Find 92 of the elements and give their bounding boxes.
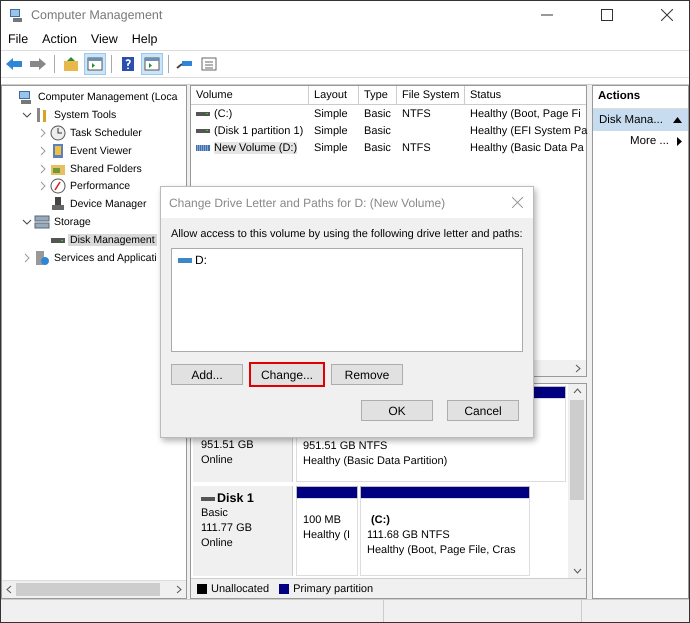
- clock-icon: [50, 124, 66, 141]
- chevron-right-icon[interactable]: [38, 164, 48, 174]
- partition-info: Healthy (Boot, Page File, Cras: [367, 543, 517, 558]
- partition-info: Healthy (I: [303, 528, 351, 543]
- table-cell: Simple: [314, 142, 348, 154]
- chevron-right-icon[interactable]: [38, 181, 48, 192]
- table-cell: (Disk 1 partition 1): [214, 124, 304, 136]
- chevron-down-icon[interactable]: [22, 110, 32, 120]
- chevron-right-icon[interactable]: [38, 128, 48, 138]
- drive-icon: [201, 496, 215, 502]
- disk-info: 111.77 GB: [201, 521, 253, 536]
- dialog-button[interactable]: Change...: [249, 362, 325, 387]
- menu-item[interactable]: View: [90, 32, 118, 46]
- scroll-down-icon[interactable]: [572, 568, 582, 574]
- table-cell: Basic: [364, 108, 391, 120]
- table-cell: Healthy (Boot, Page Fi: [470, 108, 581, 120]
- table-cell: NTFS: [402, 142, 431, 154]
- partition-header-bar: [297, 487, 357, 499]
- disk-info: 951.51 GB: [201, 438, 255, 453]
- action-link[interactable]: More ...: [630, 135, 669, 147]
- device-icon: [50, 196, 66, 212]
- tree-item[interactable]: Computer Management (Loca: [36, 90, 180, 103]
- table-cell: NTFS: [402, 108, 431, 120]
- legend-label: Primary partition: [293, 582, 374, 594]
- chevron-down-icon[interactable]: [22, 217, 32, 228]
- console-tree-icon[interactable]: [84, 53, 106, 75]
- dialog-title: Change Drive Letter and Paths for D: (New Volume): [169, 196, 446, 210]
- column-header[interactable]: Status: [465, 86, 586, 104]
- partition-block[interactable]: 100 MB Healthy (I: [296, 486, 358, 576]
- actions-section[interactable]: Disk Mana...: [593, 109, 688, 131]
- tree-item[interactable]: System Tools: [52, 108, 118, 121]
- scroll-left-icon[interactable]: [6, 585, 12, 594]
- partition-info: 100 MB: [303, 513, 342, 528]
- menu-item[interactable]: Help: [132, 32, 158, 46]
- computer-icon: [18, 88, 34, 105]
- partition-block[interactable]: (C:) 111.68 GB NTFS Healthy (Boot, Page File, Cras: [360, 486, 530, 576]
- tree-item[interactable]: Services and Applicati: [52, 252, 159, 264]
- disk-info: Basic: [201, 506, 229, 521]
- table-cell: Basic: [364, 124, 391, 136]
- legend-label: Unallocated: [211, 582, 270, 594]
- disk-name: Disk 1: [217, 491, 254, 506]
- column-header[interactable]: Type: [359, 86, 397, 104]
- table-cell: Simple: [314, 124, 348, 136]
- gauge-icon: [50, 178, 66, 194]
- partition-info: Healthy (Basic Data Partition): [303, 454, 448, 469]
- tree-item[interactable]: Event Viewer: [68, 144, 134, 157]
- scroll-right-icon[interactable]: [176, 585, 182, 594]
- table-cell: Healthy (Basic Data Pa: [470, 142, 584, 154]
- column-header[interactable]: File System: [397, 86, 465, 104]
- log-icon: [50, 142, 66, 159]
- tree-item[interactable]: Shared Folders: [68, 162, 144, 174]
- menu-item[interactable]: File: [8, 32, 28, 46]
- dialog-button[interactable]: Remove: [331, 364, 403, 385]
- menu-item[interactable]: Action: [42, 32, 77, 46]
- submenu-arrow-icon: [677, 136, 682, 146]
- storage-icon: [34, 214, 50, 230]
- chevron-right-icon[interactable]: [22, 252, 32, 263]
- tree-item[interactable]: Storage: [52, 216, 93, 228]
- disk-info: Online: [201, 453, 234, 468]
- dialog-prompt: Allow access to this volume by using the following drive letter and paths:: [171, 228, 523, 240]
- vertical-scrollbar[interactable]: [568, 384, 586, 578]
- close-icon[interactable]: [661, 8, 673, 20]
- tree-item[interactable]: Task Scheduler: [68, 126, 144, 139]
- table-cell: New Volume (D:): [214, 142, 298, 154]
- app-icon: [9, 6, 25, 22]
- horizontal-scrollbar[interactable]: [2, 580, 186, 598]
- disk-info: Online: [201, 536, 234, 551]
- partition-title: (C:): [370, 513, 391, 528]
- tree-item[interactable]: Device Manager: [68, 198, 148, 210]
- tree-item[interactable]: Disk Management: [68, 234, 157, 246]
- partition-info: 111.68 GB NTFS: [367, 528, 451, 543]
- window-title: Computer Management: [31, 8, 162, 22]
- drive-icon: [178, 256, 192, 264]
- table-cell: Basic: [364, 142, 391, 154]
- tree-item[interactable]: Performance: [68, 180, 132, 192]
- chevron-right-icon[interactable]: [38, 146, 48, 156]
- action-pane-icon[interactable]: [141, 53, 163, 75]
- table-cell: (C:): [214, 108, 232, 120]
- path-item[interactable]: D:: [195, 253, 207, 267]
- dialog-button[interactable]: Add...: [171, 364, 243, 385]
- collapse-icon[interactable]: [673, 117, 682, 123]
- dialog-button[interactable]: Cancel: [447, 400, 519, 421]
- dialog-button[interactable]: OK: [361, 400, 433, 421]
- column-header[interactable]: Layout: [309, 86, 359, 104]
- section-title: Disk Mana...: [599, 114, 663, 126]
- column-header[interactable]: Volume: [191, 86, 309, 104]
- scroll-up-icon[interactable]: [572, 388, 582, 394]
- table-cell: Healthy (EFI System Pa: [470, 124, 588, 136]
- maximize-icon[interactable]: [601, 8, 613, 20]
- table-cell: Simple: [314, 108, 348, 120]
- partition-info: 951.51 GB NTFS: [303, 439, 388, 454]
- scroll-right-icon[interactable]: [575, 364, 581, 372]
